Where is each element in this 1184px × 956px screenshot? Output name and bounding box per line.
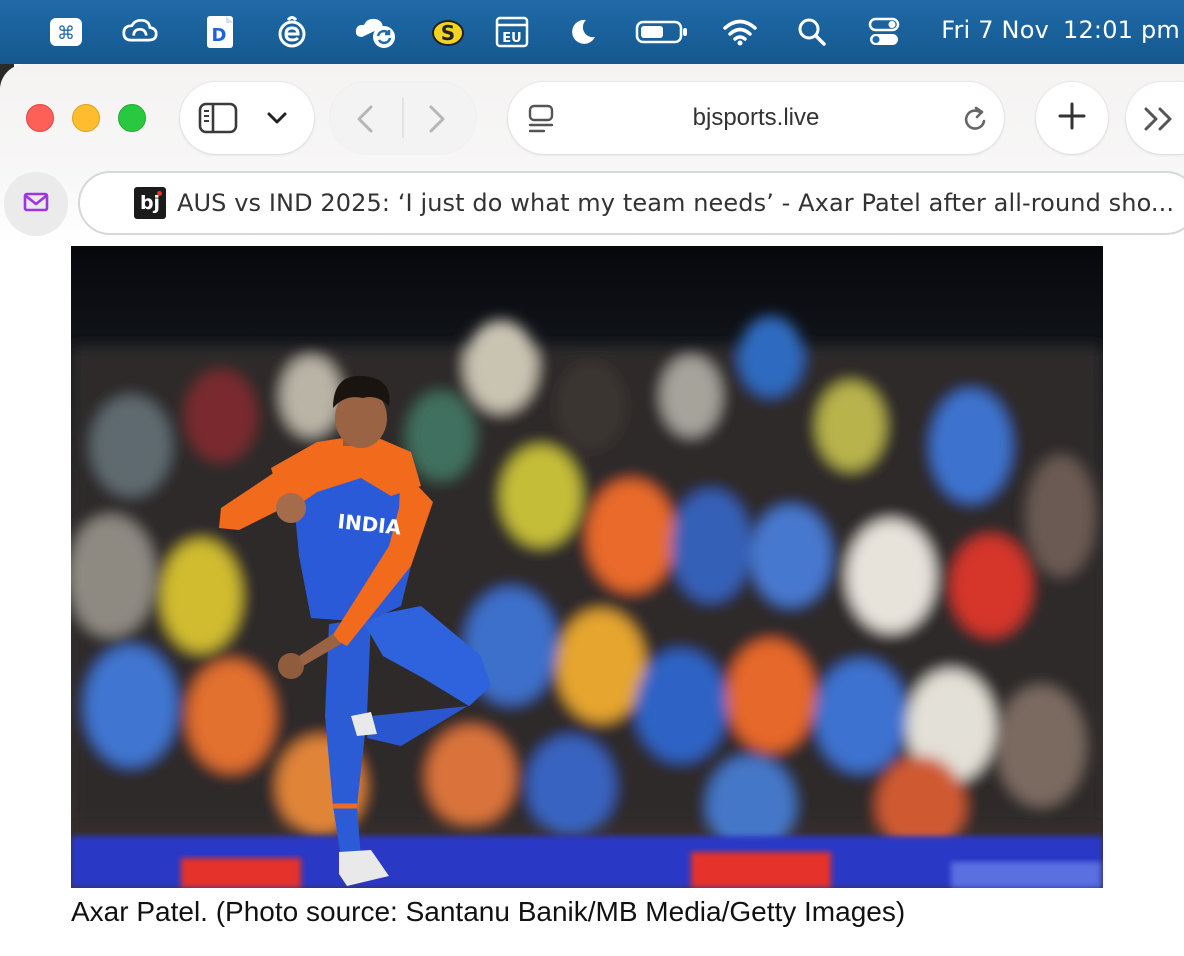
document-app-icon[interactable]: D bbox=[202, 14, 238, 50]
nav-divider bbox=[402, 98, 404, 138]
menubar-date: Fri 7 Nov bbox=[941, 16, 1049, 44]
address-bar[interactable]: bjsports.live bbox=[508, 82, 1004, 154]
favicon-dot bbox=[157, 191, 162, 196]
more-toolbar-items-button[interactable] bbox=[1126, 82, 1184, 154]
tab-title: AUS vs IND 2025: ‘I just do what my team… bbox=[177, 189, 1175, 217]
close-window-button[interactable] bbox=[26, 104, 54, 132]
browser-window: bjsports.live bj AUS vs IND 2025: ‘I jus… bbox=[0, 64, 1184, 956]
browser-toolbar: bjsports.live bj AUS vs IND 2025: ‘I jus… bbox=[0, 64, 1184, 244]
bjsports-favicon-icon: bj bbox=[134, 187, 166, 219]
edge-browser-icon[interactable] bbox=[274, 14, 310, 50]
navigation-group bbox=[330, 82, 476, 154]
sidebar-toggle-group bbox=[180, 82, 314, 154]
active-tab[interactable]: bj AUS vs IND 2025: ‘I just do what my t… bbox=[78, 171, 1184, 235]
zoom-window-button[interactable] bbox=[118, 104, 146, 132]
s-app-icon[interactable]: S bbox=[430, 14, 466, 50]
forward-chevron-icon[interactable] bbox=[426, 104, 448, 139]
double-chevron-right-icon bbox=[1142, 106, 1178, 137]
mail-extension-button[interactable] bbox=[4, 172, 68, 236]
creative-cloud-icon[interactable] bbox=[122, 14, 158, 50]
cloud-sync-icon[interactable] bbox=[354, 14, 398, 50]
svg-text:S: S bbox=[441, 21, 455, 45]
eu-keyboard-icon[interactable]: EU bbox=[494, 14, 530, 50]
menubar-time: 12:01 pm bbox=[1062, 16, 1180, 44]
battery-icon[interactable] bbox=[634, 14, 690, 50]
reload-icon[interactable] bbox=[962, 104, 990, 139]
plus-icon bbox=[1057, 101, 1087, 136]
menubar-clock[interactable]: Fri 7 Nov 12:01 pm bbox=[941, 16, 1180, 44]
control-center-icon[interactable] bbox=[866, 14, 902, 50]
command-key-icon[interactable]: ⌘ bbox=[48, 14, 84, 50]
menu-bar: ⌘ D S EU Fri 7 Nov 12:01 pm bbox=[0, 0, 1184, 64]
chevron-down-icon[interactable] bbox=[266, 110, 288, 131]
search-icon[interactable] bbox=[794, 14, 830, 50]
wifi-icon[interactable] bbox=[722, 14, 758, 50]
new-tab-button[interactable] bbox=[1036, 82, 1108, 154]
address-url[interactable]: bjsports.live bbox=[508, 82, 1004, 154]
svg-text:D: D bbox=[212, 25, 227, 46]
back-chevron-icon[interactable] bbox=[354, 104, 376, 139]
envelope-icon bbox=[23, 191, 49, 218]
article-photo: INDIA bbox=[71, 246, 1103, 888]
svg-text:EU: EU bbox=[502, 31, 521, 46]
minimize-window-button[interactable] bbox=[72, 104, 100, 132]
moon-icon[interactable] bbox=[564, 14, 600, 50]
svg-text:⌘: ⌘ bbox=[57, 23, 75, 44]
sidebar-icon[interactable] bbox=[198, 102, 238, 139]
photo-caption: Axar Patel. (Photo source: Santanu Banik… bbox=[71, 896, 906, 927]
